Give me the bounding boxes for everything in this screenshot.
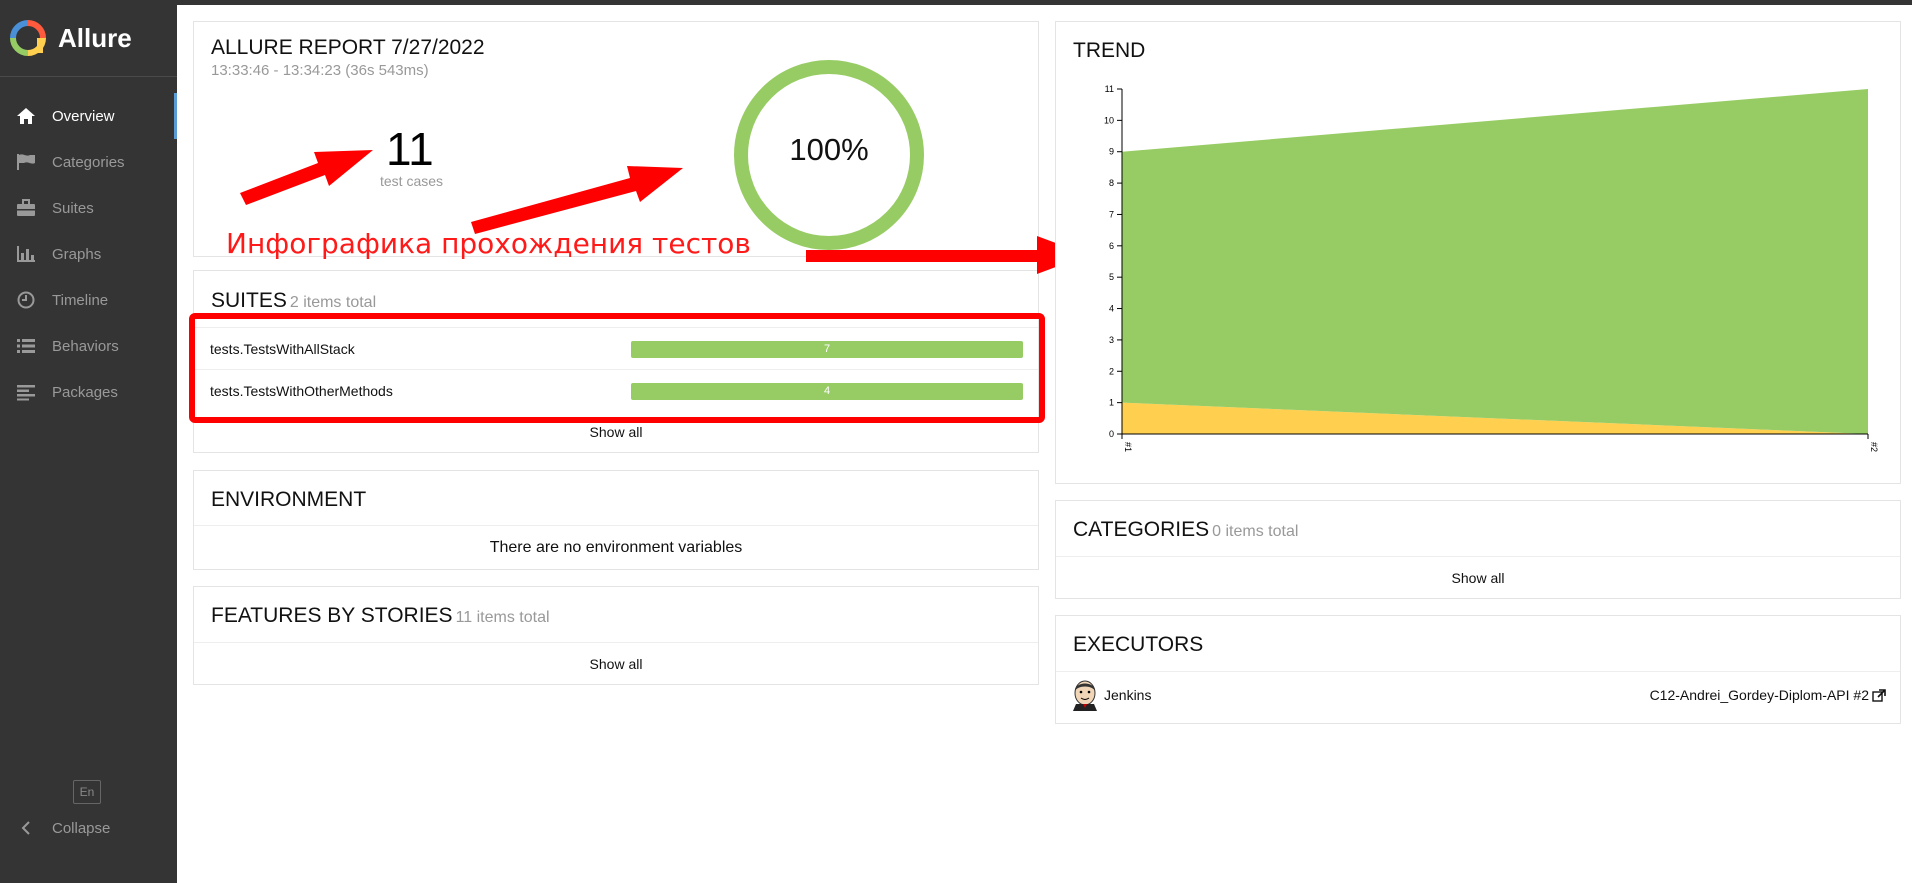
chevron-left-icon — [15, 818, 37, 838]
environment-message: There are no environment variables — [489, 539, 743, 556]
y-tick-label: 0 — [1109, 429, 1114, 439]
test-count-label: test cases — [380, 173, 444, 189]
categories-title: CATEGORIES 0 items total — [1056, 518, 1315, 542]
executors-widget: EXECUTORS Jenkins C12-Andrei_Gordey-Dipl… — [1055, 615, 1901, 724]
y-tick-label: 10 — [1104, 115, 1114, 125]
features-title: FEATURES BY STORIES 11 items total — [194, 604, 567, 628]
sidebar-item-label: Graphs — [52, 245, 102, 263]
suites-title-text: SUITES — [211, 289, 287, 312]
collapse-button[interactable]: Collapse — [15, 818, 110, 838]
categories-widget: CATEGORIES 0 items total Show all — [1055, 500, 1901, 599]
sidebar-item-label: Overview — [52, 107, 115, 125]
sidebar-item-behaviors[interactable]: Behaviors — [0, 323, 177, 369]
categories-show-all-link[interactable]: Show all — [1056, 570, 1900, 586]
y-tick-label: 1 — [1109, 398, 1114, 408]
suites-show-all-link[interactable]: Show all — [194, 424, 1038, 440]
build-name: C12-Andrei_Gordey-Diplom-API #2 — [1649, 687, 1869, 703]
trend-area-passed — [1122, 89, 1868, 434]
external-link-icon — [1872, 688, 1886, 702]
trend-widget: TREND 0 1 2 3 4 5 6 7 8 9 10 11 #1 #2 — [1055, 21, 1901, 484]
suites-subtitle: 2 items total — [289, 294, 377, 311]
sidebar-item-timeline[interactable]: Timeline — [0, 277, 177, 323]
y-tick-label: 9 — [1109, 147, 1114, 157]
features-widget: FEATURES BY STORIES 11 items total Show a… — [193, 586, 1039, 685]
test-count: 11 — [386, 123, 434, 175]
sidebar-nav: Overview Categories Suites Graphs Timeli… — [0, 93, 177, 415]
environment-title: ENVIRONMENT — [211, 488, 367, 511]
sidebar: Allure Overview Categories Suites Graphs — [0, 0, 177, 883]
y-tick-label: 11 — [1105, 84, 1114, 94]
home-icon — [15, 106, 37, 126]
clock-icon — [15, 290, 37, 310]
success-rate: 100% — [789, 132, 869, 167]
allure-logo-icon — [10, 20, 46, 56]
sidebar-item-label: Suites — [52, 199, 94, 217]
suites-highlight-box — [189, 313, 1045, 423]
divider — [1056, 671, 1900, 672]
categories-subtitle: 0 items total — [1212, 523, 1299, 540]
align-left-icon — [15, 382, 37, 402]
y-tick-label: 8 — [1109, 178, 1114, 188]
executor-name: Jenkins — [1104, 687, 1152, 703]
jenkins-icon — [1073, 680, 1097, 711]
y-tick-label: 2 — [1109, 366, 1114, 376]
briefcase-icon — [15, 198, 37, 218]
suites-title: SUITES 2 items total — [194, 289, 393, 313]
executor-row[interactable]: Jenkins C12-Andrei_Gordey-Diplom-API #2 — [1056, 674, 1900, 716]
summary-widget: ALLURE REPORT 7/27/2022 13:33:46 - 13:34… — [193, 21, 1039, 257]
y-tick-label: 3 — [1109, 335, 1114, 345]
bar-chart-icon — [15, 244, 37, 264]
features-title-text: FEATURES BY STORIES — [211, 604, 453, 627]
x-tick-label: #1 — [1123, 442, 1133, 452]
executor-build-link[interactable]: C12-Andrei_Gordey-Diplom-API #2 — [1650, 687, 1886, 703]
list-icon — [15, 336, 37, 356]
y-tick-label: 4 — [1109, 304, 1114, 314]
x-tick-label: #2 — [1869, 442, 1879, 452]
features-show-all-link[interactable]: Show all — [194, 656, 1038, 672]
brand[interactable]: Allure — [0, 0, 177, 77]
sidebar-item-label: Packages — [52, 383, 118, 401]
sidebar-item-label: Behaviors — [52, 337, 119, 355]
categories-title-text: CATEGORIES — [1073, 518, 1210, 541]
sidebar-item-graphs[interactable]: Graphs — [0, 231, 177, 277]
y-tick-label: 7 — [1109, 209, 1114, 219]
sidebar-item-label: Categories — [52, 153, 125, 171]
features-subtitle: 11 items total — [455, 609, 550, 626]
report-title: ALLURE REPORT 7/27/2022 — [211, 36, 485, 59]
divider — [1056, 556, 1900, 557]
collapse-label: Collapse — [52, 819, 111, 837]
divider — [194, 525, 1038, 526]
language-button[interactable]: En — [73, 780, 101, 804]
y-tick-label: 6 — [1109, 241, 1114, 251]
environment-widget: ENVIRONMENT There are no environment var… — [193, 470, 1039, 570]
sidebar-item-packages[interactable]: Packages — [0, 369, 177, 415]
flag-icon — [15, 152, 37, 172]
top-bar — [0, 0, 1912, 5]
trend-chart: 0 1 2 3 4 5 6 7 8 9 10 11 #1 #2 — [1104, 84, 1879, 452]
annotation-text: Инфографика прохождения тестов — [226, 227, 751, 260]
divider — [194, 642, 1038, 643]
app-title: Allure — [58, 22, 132, 53]
report-time: 13:33:46 - 13:34:23 (36s 543ms) — [211, 62, 429, 79]
sidebar-item-categories[interactable]: Categories — [0, 139, 177, 185]
sidebar-item-suites[interactable]: Suites — [0, 185, 177, 231]
sidebar-item-overview[interactable]: Overview — [0, 93, 177, 139]
y-tick-label: 5 — [1109, 272, 1114, 282]
executors-title: EXECUTORS — [1073, 633, 1204, 656]
sidebar-item-label: Timeline — [52, 291, 109, 309]
